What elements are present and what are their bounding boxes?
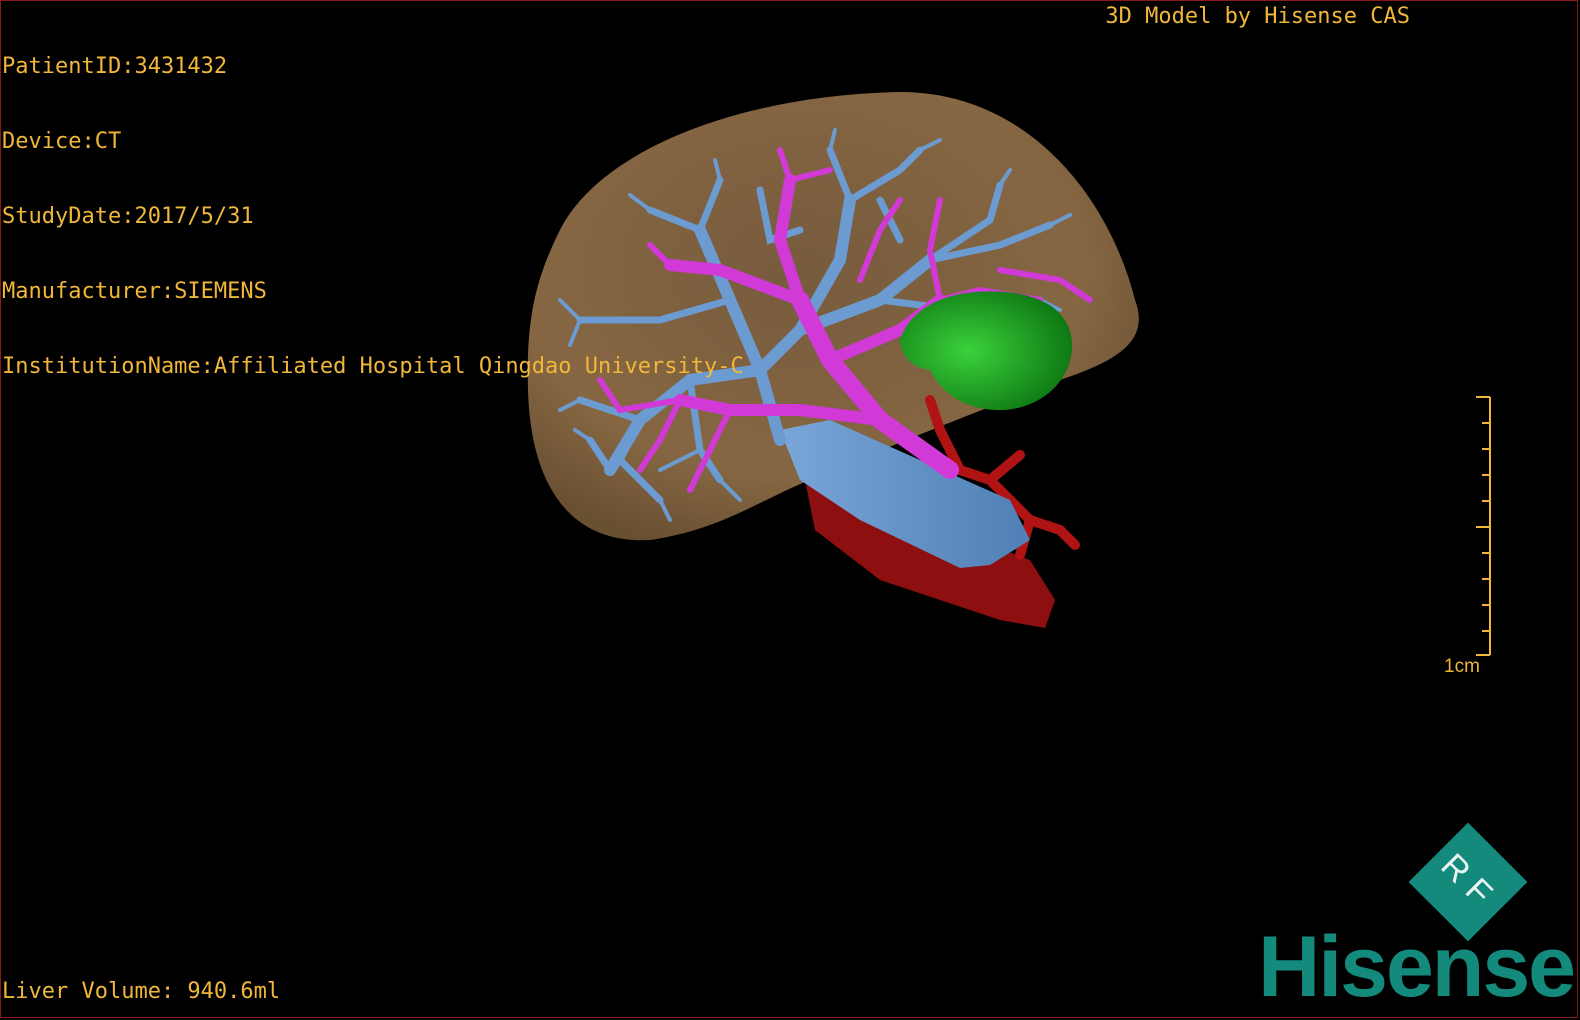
patient-info-panel: PatientID:3431432 Device:CT StudyDate:20… xyxy=(2,4,744,404)
institution-name: InstitutionName:Affiliated Hospital Qing… xyxy=(2,354,744,379)
manufacturer: Manufacturer:SIEMENS xyxy=(2,279,267,304)
scale-bar-label: 1cm xyxy=(1444,656,1480,677)
scale-bar xyxy=(1476,396,1491,656)
patient-id: PatientID:3431432 xyxy=(2,54,228,79)
model-credit: 3D Model by Hisense CAS xyxy=(1105,4,1410,29)
hisense-logo: Hisense xyxy=(1258,919,1576,1015)
study-date: StudyDate:2017/5/31 xyxy=(2,204,254,229)
device: Device:CT xyxy=(2,129,122,154)
liver-volume: Liver Volume: 940.6ml xyxy=(2,979,281,1004)
